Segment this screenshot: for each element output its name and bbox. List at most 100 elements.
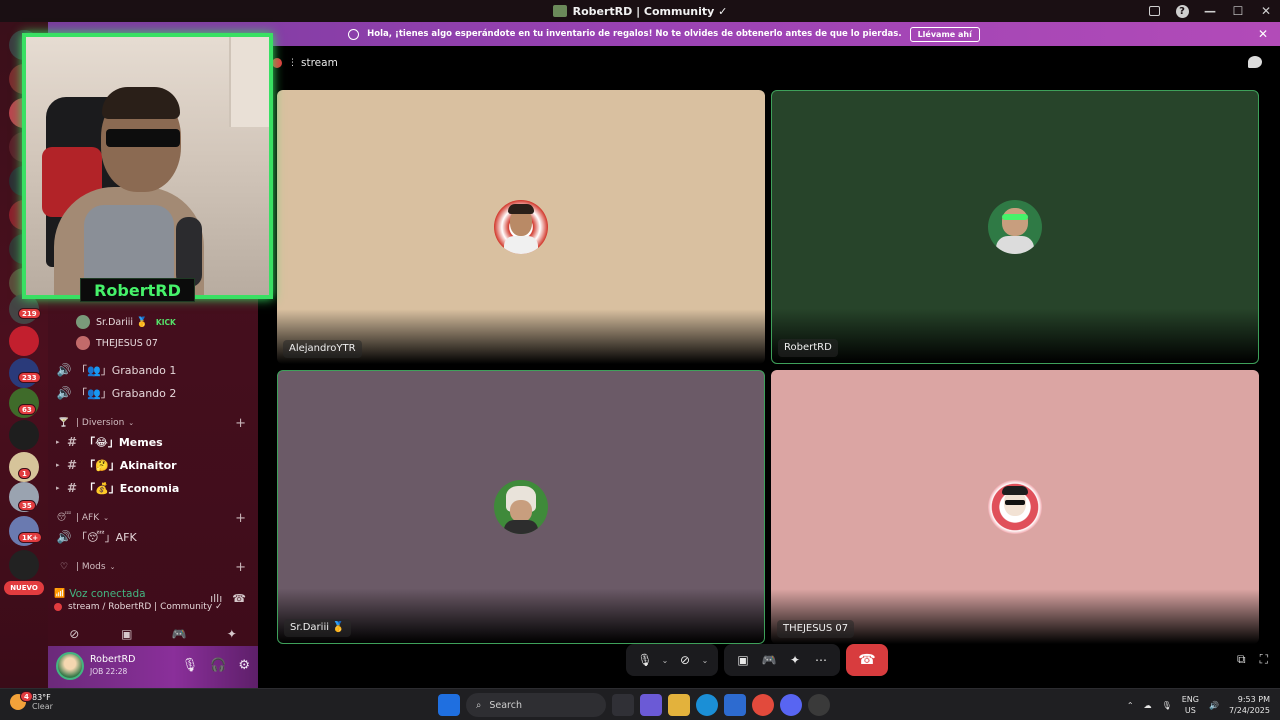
- channel-name: 「😴」AFK: [76, 531, 137, 544]
- participant-tile[interactable]: AlejandroYTR: [277, 90, 765, 364]
- microphone-icon[interactable]: 🎙: [1162, 701, 1172, 710]
- participant-name: AlejandroYTR: [283, 340, 362, 358]
- voice-status-text: Voz conectada: [69, 588, 146, 600]
- avatar: [494, 200, 548, 254]
- disconnect-call-button[interactable]: ☎: [846, 644, 888, 676]
- add-channel-icon[interactable]: +: [235, 416, 246, 431]
- task-view-icon[interactable]: [612, 694, 634, 716]
- voice-user[interactable]: THEJESUS 07: [76, 334, 158, 352]
- voice-status: 📶 Voz conectada: [54, 588, 146, 600]
- camera-off-icon[interactable]: ⊘: [672, 647, 698, 673]
- gear-icon[interactable]: ⚙: [238, 658, 250, 673]
- close-icon[interactable]: ✕: [1258, 27, 1268, 41]
- chevron-down-icon[interactable]: ⌄: [698, 647, 712, 673]
- participant-name: RobertRD: [778, 339, 838, 357]
- banner-text: Hola, ¡tienes algo esperándote en tu inv…: [367, 29, 902, 39]
- chevron-down-icon: ⌄: [103, 514, 110, 522]
- activity-button[interactable]: 🎮: [159, 623, 199, 645]
- disconnect-icon[interactable]: ☎: [232, 592, 246, 605]
- banner-action-button[interactable]: Llévame ahí: [909, 26, 980, 42]
- voice-channel-grabando-2[interactable]: 🔊 「👥」Grabando 2: [56, 383, 250, 403]
- obs-icon[interactable]: [808, 694, 830, 716]
- voice-channel-grabando-1[interactable]: 🔊 「👥」Grabando 1: [56, 360, 250, 380]
- text-channel-memes[interactable]: ▸ # 「😂」Memes: [56, 432, 250, 452]
- copilot-icon[interactable]: [640, 694, 662, 716]
- popout-icon[interactable]: ⧉: [1237, 652, 1246, 667]
- text-channel-akinaitor[interactable]: ▸ # 「🤔」Akinaitor: [56, 455, 250, 475]
- record-dot-icon: [54, 603, 62, 611]
- network-icon[interactable]: ☁: [1144, 701, 1152, 710]
- minimize-button[interactable]: —: [1196, 0, 1224, 22]
- category-mods[interactable]: ♡ | Mods ⌄ +: [56, 557, 250, 577]
- webcam-name-plate: RobertRD: [80, 278, 195, 302]
- participant-tile[interactable]: Sr.Dariii 🥇: [277, 370, 765, 644]
- server-icon[interactable]: [9, 420, 39, 450]
- chrome-icon[interactable]: [752, 694, 774, 716]
- edge-icon[interactable]: [696, 694, 718, 716]
- inbox-icon[interactable]: [1140, 0, 1168, 22]
- category-label: | Diversion: [76, 418, 125, 428]
- avatar[interactable]: [56, 652, 84, 680]
- category-emoji-icon: 🍸: [58, 418, 70, 428]
- caret-icon: ▸: [56, 484, 60, 492]
- screen-share-button[interactable]: ▣: [107, 623, 147, 645]
- chat-icon[interactable]: [1248, 56, 1262, 68]
- add-channel-icon[interactable]: +: [235, 560, 246, 575]
- category-label: | Mods: [76, 562, 106, 572]
- soundboard-button[interactable]: ✦: [212, 623, 252, 645]
- chevron-down-icon[interactable]: ⌄: [658, 647, 672, 673]
- language-indicator[interactable]: ENG US: [1182, 694, 1199, 716]
- speaker-icon: 🔊: [56, 363, 72, 377]
- chevron-up-icon[interactable]: ⌃: [1127, 701, 1134, 710]
- microphone-icon[interactable]: 🎙: [182, 658, 199, 673]
- category-afk[interactable]: 😴 | AFK ⌄ +: [56, 508, 250, 528]
- activity-icon[interactable]: 🎮: [756, 647, 782, 673]
- headphones-icon[interactable]: 🎧: [210, 658, 226, 673]
- add-channel-icon[interactable]: +: [235, 511, 246, 526]
- participant-tile[interactable]: THEJESUS 07: [771, 370, 1259, 644]
- microphone-icon[interactable]: 🎙: [632, 647, 658, 673]
- discord-icon[interactable]: [780, 694, 802, 716]
- unread-badge: 219: [18, 308, 41, 319]
- noise-suppression-icon[interactable]: ıllı: [210, 592, 222, 605]
- category-diversion[interactable]: 🍸 | Diversion ⌄ +: [56, 413, 250, 433]
- chevron-down-icon: ⌄: [128, 419, 135, 427]
- unread-badge: 63: [18, 404, 36, 415]
- close-window-button[interactable]: ✕: [1252, 0, 1280, 22]
- fullscreen-icon[interactable]: ⛶: [1260, 652, 1268, 667]
- signal-icon: 📶: [54, 589, 66, 599]
- file-explorer-icon[interactable]: [668, 694, 690, 716]
- help-icon[interactable]: ?: [1168, 0, 1196, 22]
- windows-start-icon[interactable]: [438, 694, 460, 716]
- speaker-icon: 🔊: [56, 530, 72, 544]
- kick-tag: KICK: [155, 317, 176, 327]
- soundboard-icon[interactable]: ✦: [782, 647, 808, 673]
- server-icon[interactable]: [9, 550, 39, 580]
- screen-share-icon[interactable]: ▣: [730, 647, 756, 673]
- voice-channel-afk[interactable]: 🔊 「😴」AFK: [56, 527, 250, 547]
- avatar: [76, 336, 90, 350]
- participant-name: THEJESUS 07: [777, 620, 855, 638]
- unread-badge: 1K+: [18, 532, 43, 543]
- taskbar-search[interactable]: ⌕ Search: [466, 693, 606, 717]
- volume-icon[interactable]: 🔊: [1209, 701, 1219, 710]
- streamer-webcam-overlay: [22, 33, 273, 299]
- voice-user[interactable]: Sr.Dariii 🥇 KICK: [76, 313, 176, 331]
- avatar: [494, 480, 548, 534]
- voice-channel-info[interactable]: stream / RobertRD | Community ✓: [54, 602, 223, 612]
- title-bar: RobertRD | Community ✓ ? — ☐ ✕: [0, 0, 1280, 22]
- avatar: [76, 315, 90, 329]
- text-channel-economia[interactable]: ▸ # 「💰」Economia: [56, 478, 250, 498]
- participant-tile[interactable]: RobertRD: [771, 90, 1259, 364]
- voice-stage: ⋮ stream AlejandroYTR RobertRD Sr.Dariii…: [258, 46, 1280, 688]
- camera-off-button[interactable]: ⊘: [54, 623, 94, 645]
- clock[interactable]: 9:53 PM 7/24/2025: [1229, 694, 1270, 716]
- speaker-icon: 🔊: [56, 386, 72, 400]
- voice-user-name: THEJESUS 07: [96, 337, 158, 349]
- server-icon[interactable]: [9, 326, 39, 356]
- avatar: [988, 480, 1042, 534]
- maximize-button[interactable]: ☐: [1224, 0, 1252, 22]
- user-panel: RobertRD JOB 22:28 🎙 🎧 ⚙: [48, 646, 258, 688]
- more-options-icon[interactable]: ⋯: [808, 647, 834, 673]
- store-icon[interactable]: [724, 694, 746, 716]
